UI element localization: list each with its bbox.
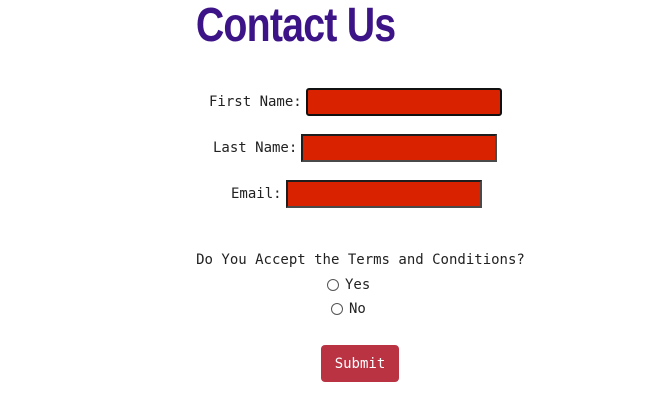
submit-button[interactable]: Submit	[321, 345, 399, 382]
first-name-row: First Name:	[209, 87, 502, 117]
yes-label: Yes	[345, 277, 371, 293]
no-radio-button[interactable]	[331, 303, 343, 315]
last-name-label: Last Name:	[213, 140, 298, 156]
last-name-row: Last Name:	[213, 133, 498, 163]
yes-radio-button[interactable]	[327, 279, 339, 291]
email-input[interactable]	[285, 180, 482, 208]
page-title: Contact Us	[195, 0, 396, 52]
first-name-label: First Name:	[209, 94, 302, 110]
email-label: Email:	[231, 186, 282, 202]
no-label: No	[349, 301, 366, 317]
email-row: Email:	[231, 179, 482, 209]
last-name-input[interactable]	[301, 134, 498, 162]
terms-question: Do You Accept the Terms and Conditions?	[196, 252, 525, 268]
terms-option-no[interactable]: No	[331, 301, 366, 317]
first-name-input[interactable]	[305, 88, 502, 116]
terms-option-yes[interactable]: Yes	[327, 277, 370, 293]
